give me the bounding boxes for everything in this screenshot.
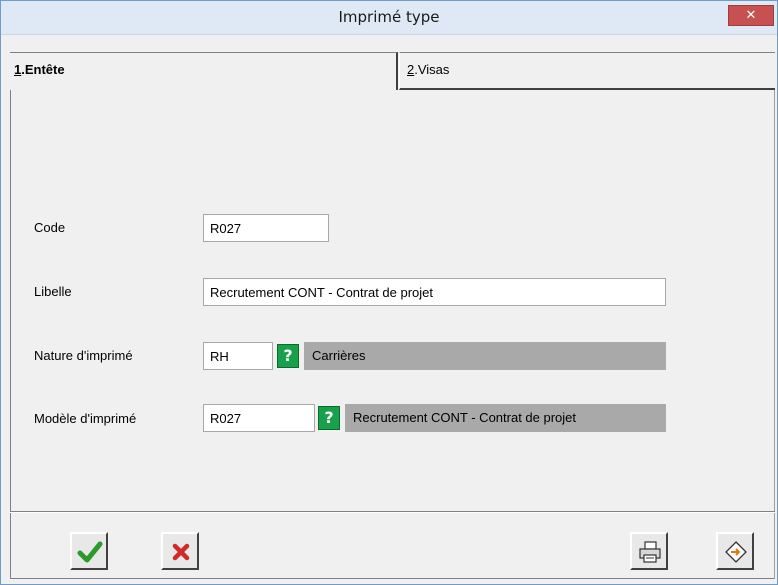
diamond-arrow-icon: [725, 541, 747, 563]
frame-border: [774, 52, 775, 579]
modele-input[interactable]: R027: [203, 404, 315, 432]
close-button[interactable]: ✕: [728, 5, 774, 26]
ok-button[interactable]: [70, 532, 108, 570]
x-icon: [172, 543, 190, 561]
client-area: [10, 52, 774, 579]
print-button[interactable]: [630, 532, 668, 570]
export-button[interactable]: [716, 532, 754, 570]
modele-help-icon[interactable]: ?: [318, 406, 340, 430]
printer-icon: [639, 541, 661, 563]
nature-description: Carrières: [304, 342, 666, 370]
nature-input[interactable]: RH: [203, 342, 273, 370]
separator: [10, 511, 775, 513]
modele-description: Recrutement CONT - Contrat de projet: [345, 404, 666, 432]
tab-bar: 1.Entête 2.Visas: [10, 52, 776, 92]
cancel-button[interactable]: [161, 532, 199, 570]
code-input[interactable]: R027: [203, 214, 329, 242]
tab-visas-text: .Visas: [414, 62, 450, 77]
nature-help-icon[interactable]: ?: [277, 344, 299, 368]
window-title: Imprimé type: [338, 8, 440, 26]
tab-visas[interactable]: 2.Visas: [399, 52, 775, 90]
tab-entete[interactable]: 1.Entête: [10, 52, 398, 90]
tab-entete-label: 1.Entête: [14, 62, 65, 77]
nature-label: Nature d'imprimé: [34, 348, 133, 363]
tab-entete-text: .Entête: [21, 62, 65, 77]
code-label: Code: [34, 220, 66, 235]
tab-visas-label: 2.Visas: [407, 62, 449, 77]
title-bar[interactable]: Imprimé type ✕: [1, 1, 777, 35]
modele-label: Modèle d'imprimé: [34, 411, 137, 426]
check-icon: [77, 541, 103, 563]
libelle-label: Libelle: [34, 284, 72, 299]
libelle-input[interactable]: Recrutement CONT - Contrat de projet: [203, 278, 666, 306]
